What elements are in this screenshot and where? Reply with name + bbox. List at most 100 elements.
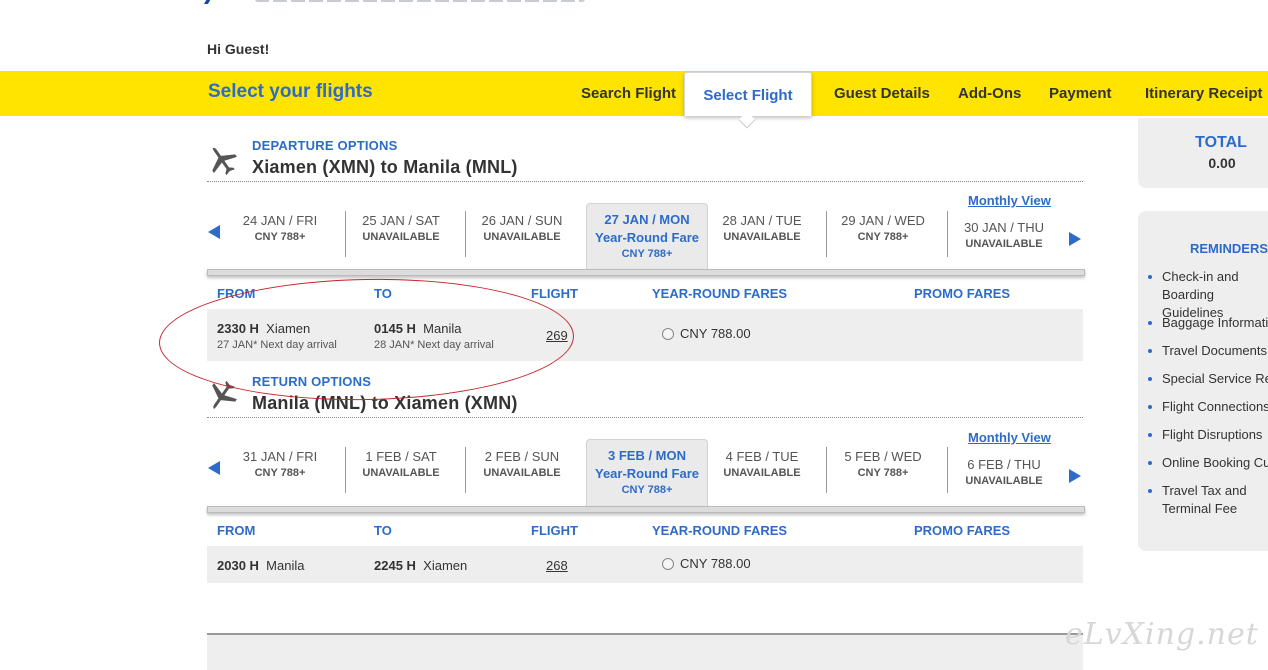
greeting: Hi Guest! (207, 41, 270, 57)
return-date-option[interactable]: 4 FEB / TUE UNAVAILABLE (702, 449, 822, 479)
footer-panel (207, 635, 1083, 670)
date-label: 5 FEB / WED (844, 449, 922, 464)
return-date-option[interactable]: 1 FEB / SAT UNAVAILABLE (341, 449, 461, 479)
reminder-link[interactable]: Flight Connections (1148, 398, 1268, 416)
arrival-time: 2245 H Xiamen (374, 558, 468, 573)
departure-date-option[interactable]: 24 JAN / FRI CNY 788+ (220, 213, 340, 243)
date-price: UNAVAILABLE (965, 475, 1043, 487)
reminder-link[interactable]: Baggage Information (1148, 314, 1268, 332)
return-date-option[interactable]: 2 FEB / SUN UNAVAILABLE (462, 449, 582, 479)
return-next-arrow-icon[interactable] (1069, 469, 1081, 483)
date-price: CNY 788+ (254, 231, 306, 243)
departure-time: 2030 H Manila (217, 558, 305, 573)
divider (207, 417, 1083, 418)
reminder-link[interactable]: Travel Documents (1148, 342, 1268, 360)
date-price: UNAVAILABLE (362, 467, 440, 479)
return-date-selected[interactable]: 3 FEB / MON Year-Round Fare CNY 788+ (586, 439, 708, 506)
departure-date-option[interactable]: 29 JAN / WED CNY 788+ (823, 213, 943, 243)
date-strip-bar (207, 269, 1085, 276)
departure-date-option[interactable]: 26 JAN / SUN UNAVAILABLE (462, 213, 582, 243)
flight-number-link[interactable]: 268 (546, 558, 568, 573)
return-prev-arrow-icon[interactable] (208, 461, 220, 475)
year-round-fare-option[interactable]: CNY 788.00 (662, 556, 751, 571)
date-price: UNAVAILABLE (965, 238, 1043, 250)
plane-departure-icon (212, 147, 237, 176)
date-label: 3 FEB / MON (607, 448, 686, 463)
logo-mark (203, 0, 217, 4)
step-guest-details[interactable]: Guest Details (834, 85, 930, 102)
date-label: 28 JAN / TUE (722, 213, 802, 228)
date-label: 31 JAN / FRI (242, 449, 318, 464)
bullet-icon (1148, 432, 1152, 437)
total-value: 0.00 (1208, 155, 1236, 171)
return-flight-row (207, 546, 1083, 583)
departure-date-option[interactable]: 28 JAN / TUE UNAVAILABLE (702, 213, 822, 243)
departure-monthly-view-link[interactable]: Monthly View (968, 193, 1051, 208)
page-title: Select your flights (208, 81, 373, 102)
radio-button[interactable] (662, 557, 674, 570)
bullet-icon (1148, 404, 1152, 409)
total-label: TOTAL (1195, 134, 1247, 151)
departure-date-option[interactable]: 25 JAN / SAT UNAVAILABLE (341, 213, 461, 243)
departure-prev-arrow-icon[interactable] (208, 225, 220, 239)
date-price: UNAVAILABLE (723, 231, 801, 243)
date-label: 24 JAN / FRI (242, 213, 318, 228)
logo-wordmark (255, 0, 585, 2)
col-from: FROM (217, 523, 256, 538)
bullet-icon (1148, 488, 1152, 493)
fare-type: Year-Round Fare (594, 466, 700, 481)
bullet-icon (1148, 348, 1152, 353)
col-year-round-fares: YEAR-ROUND FARES (652, 523, 788, 538)
col-year-round-fares: YEAR-ROUND FARES (652, 286, 788, 301)
date-label: 4 FEB / TUE (725, 449, 799, 464)
col-promo-fares: PROMO FARES (914, 523, 1011, 538)
col-promo-fares: PROMO FARES (914, 286, 1011, 301)
step-select-flight[interactable]: Select Flight (684, 72, 812, 116)
divider (207, 181, 1083, 182)
departure-date-option[interactable]: 30 JAN / THU UNAVAILABLE (944, 220, 1064, 250)
date-price: CNY 788+ (621, 484, 673, 496)
departure-label: DEPARTURE OPTIONS (252, 138, 398, 153)
reminders-title: REMINDERS (1190, 241, 1268, 256)
return-date-option[interactable]: 31 JAN / FRI CNY 788+ (220, 449, 340, 479)
date-price: UNAVAILABLE (362, 231, 440, 243)
year-round-fare-option[interactable]: CNY 788.00 (662, 326, 751, 341)
return-date-option[interactable]: 5 FEB / WED CNY 788+ (823, 449, 943, 479)
date-strip-bar (207, 506, 1085, 513)
date-label: 2 FEB / SUN (484, 449, 560, 464)
date-label: 1 FEB / SAT (365, 449, 437, 464)
date-price: CNY 788+ (857, 467, 909, 479)
radio-button[interactable] (662, 327, 674, 340)
date-label: 26 JAN / SUN (481, 213, 563, 228)
date-label: 27 JAN / MON (604, 212, 690, 227)
date-price: CNY 788+ (621, 248, 673, 260)
return-monthly-view-link[interactable]: Monthly View (968, 430, 1051, 445)
reminder-link[interactable]: Flight Disruptions (1148, 426, 1268, 444)
date-label: 30 JAN / THU (964, 220, 1044, 235)
airline-logo[interactable] (203, 0, 605, 6)
fare-type: Year-Round Fare (594, 230, 700, 245)
step-payment[interactable]: Payment (1049, 85, 1112, 102)
return-date-option[interactable]: 6 FEB / THU UNAVAILABLE (944, 457, 1064, 487)
date-label: 25 JAN / SAT (362, 213, 440, 228)
bullet-icon (1148, 376, 1152, 381)
step-search-flight[interactable]: Search Flight (581, 85, 676, 102)
date-price: UNAVAILABLE (483, 231, 561, 243)
departure-date-selected[interactable]: 27 JAN / MON Year-Round Fare CNY 788+ (586, 203, 708, 269)
watermark: eLvXing.net (1065, 617, 1259, 652)
step-add-ons[interactable]: Add-Ons (958, 85, 1021, 102)
total-panel (1138, 118, 1268, 188)
reminder-link[interactable]: Special Service Requests (1148, 370, 1268, 388)
step-itinerary-receipt[interactable]: Itinerary Receipt (1145, 85, 1263, 102)
departure-next-arrow-icon[interactable] (1069, 232, 1081, 246)
reminder-link[interactable]: Travel Tax and Terminal Fee (1148, 482, 1268, 518)
bullet-icon (1148, 274, 1152, 279)
date-price: UNAVAILABLE (483, 467, 561, 479)
bullet-icon (1148, 320, 1152, 325)
date-label: 29 JAN / WED (841, 213, 925, 228)
departure-route: Xiamen (XMN) to Manila (MNL) (252, 157, 518, 177)
reminder-link[interactable]: Online Booking Cutoff (1148, 454, 1268, 472)
col-flight: FLIGHT (531, 523, 578, 538)
date-price: CNY 788+ (857, 231, 909, 243)
date-label: 6 FEB / THU (967, 457, 1041, 472)
